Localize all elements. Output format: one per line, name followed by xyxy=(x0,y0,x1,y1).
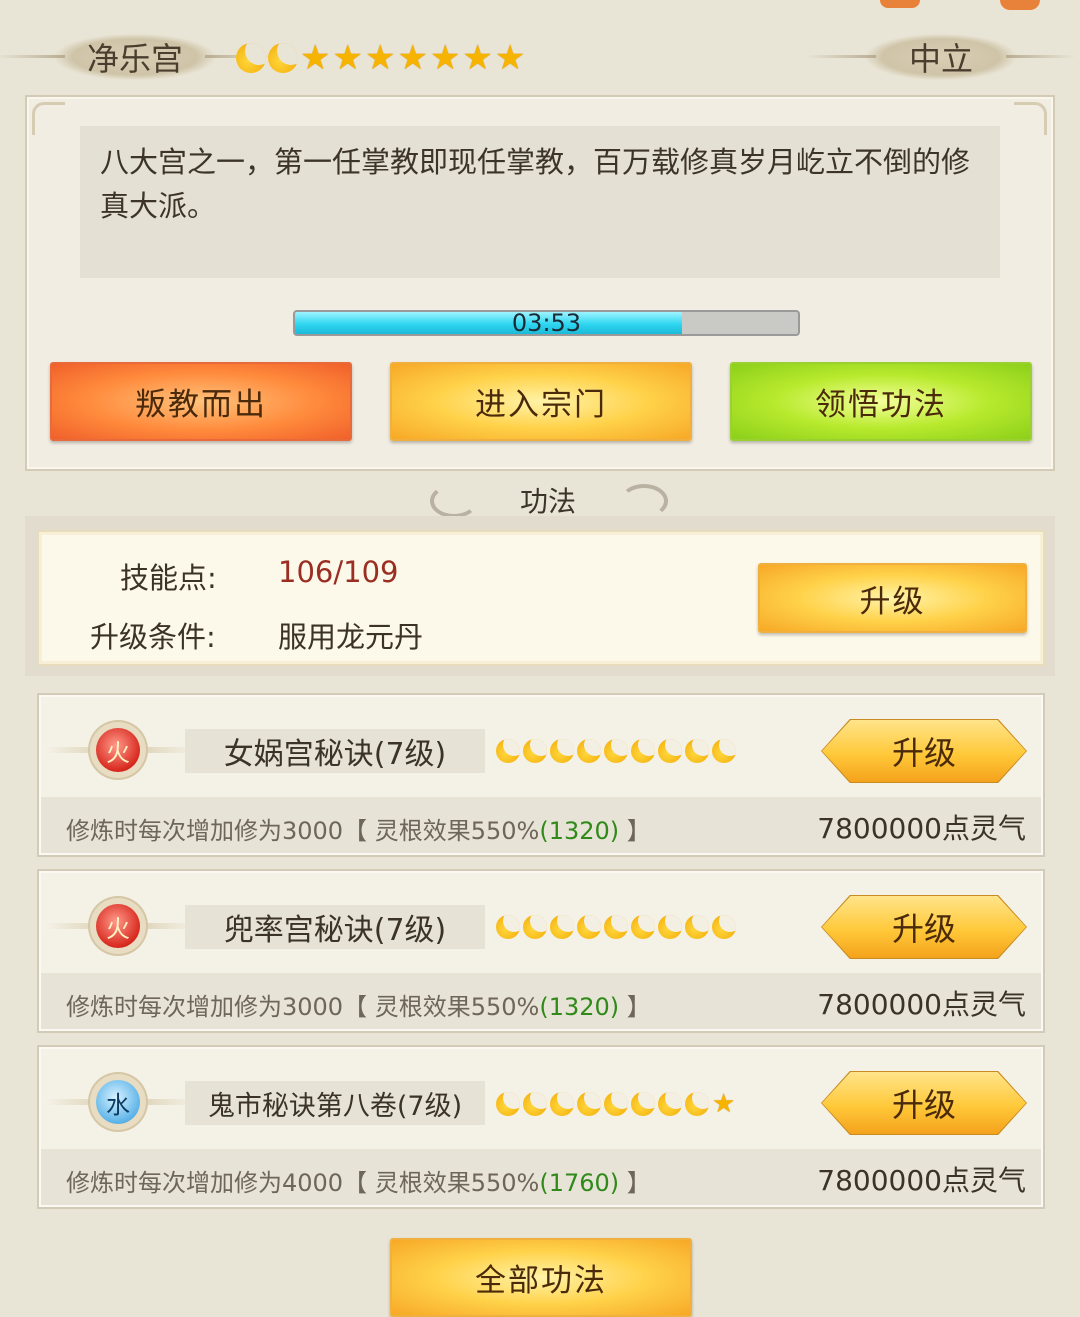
sect-rank: ★ ★ ★ ★ ★ ★ ★ xyxy=(236,38,525,78)
sect-description: 八大宫之一，第一任掌教即现任掌教，百万载修真岁月屹立不倒的修真大派。 xyxy=(80,126,1000,278)
comprehend-skill-button[interactable]: 领悟功法 xyxy=(730,362,1032,441)
defect-button[interactable]: 叛教而出 xyxy=(50,362,352,441)
moon-icon xyxy=(631,1092,655,1116)
star-icon: ★ xyxy=(494,38,526,78)
effect-text-end: 】 xyxy=(619,993,651,1021)
technique-name: 女娲宫秘诀(7级) xyxy=(185,729,485,773)
fire-element-icon: 火 xyxy=(96,904,140,948)
timer-text: 03:53 xyxy=(511,310,582,336)
moon-icon xyxy=(685,739,709,763)
star-icon: ★ xyxy=(364,38,396,78)
moon-icon xyxy=(658,1092,682,1116)
effect-text: 修炼时每次增加修为3000【 灵根效果550% xyxy=(66,817,540,845)
enter-sect-button[interactable]: 进入宗门 xyxy=(390,362,692,441)
moon-icon xyxy=(658,739,682,763)
moon-icon xyxy=(685,1092,709,1116)
technique-upgrade-button[interactable]: 升级 xyxy=(822,720,1026,782)
star-icon: ★ xyxy=(712,1089,736,1119)
skills-section-title: 功法 xyxy=(520,485,577,518)
moon-icon xyxy=(550,915,574,939)
moon-icon xyxy=(631,739,655,763)
upgrade-condition-value: 服用龙元丹 xyxy=(278,620,424,654)
effect-bonus-value: (1760) xyxy=(539,1169,620,1197)
effect-text-end: 】 xyxy=(619,817,651,845)
moon-icon xyxy=(550,1092,574,1116)
technique-cost: 7800000点灵气 xyxy=(817,1164,1026,1197)
moon-icon xyxy=(523,1092,547,1116)
moon-icon xyxy=(550,739,574,763)
moon-icon xyxy=(523,915,547,939)
moon-icon xyxy=(685,915,709,939)
star-icon: ★ xyxy=(462,38,493,78)
moon-icon xyxy=(496,915,520,939)
moon-icon xyxy=(604,915,628,939)
technique-effect: 修炼时每次增加修为3000【 灵根效果550%(1320) 】 xyxy=(66,811,651,846)
flame-decoration xyxy=(880,0,920,8)
technique-rank: ★ xyxy=(496,1091,735,1117)
technique-rank xyxy=(496,915,736,939)
alignment-plate: 中立 xyxy=(806,34,1016,80)
technique-upgrade-button[interactable]: 升级 xyxy=(822,1072,1026,1134)
moon-icon xyxy=(523,739,547,763)
corner-ornament xyxy=(1014,102,1047,135)
technique-name: 兜率宫秘诀(7级) xyxy=(185,905,485,949)
swirl-ornament xyxy=(430,484,478,518)
skill-upgrade-button[interactable]: 升级 xyxy=(758,563,1027,633)
star-icon: ★ xyxy=(332,38,363,78)
alignment-label: 中立 xyxy=(908,40,973,78)
technique-rank xyxy=(496,739,736,763)
moon-icon xyxy=(712,739,736,763)
effect-bonus-value: (1320) xyxy=(539,817,620,845)
upgrade-condition-label: 升级条件: xyxy=(90,620,216,654)
moon-icon xyxy=(577,915,601,939)
sect-name: 净乐宫 xyxy=(86,40,183,78)
swirl-ornament xyxy=(620,484,668,518)
technique-effect: 修炼时每次增加修为3000【 灵根效果550%(1320) 】 xyxy=(66,987,651,1022)
water-element-icon: 水 xyxy=(96,1080,140,1124)
moon-icon xyxy=(268,43,298,73)
fire-element-icon: 火 xyxy=(96,728,140,772)
moon-icon xyxy=(496,1092,520,1116)
effect-bonus-value: (1320) xyxy=(539,993,620,1021)
skill-points-value: 106/109 xyxy=(278,555,399,589)
moon-icon xyxy=(577,739,601,763)
moon-icon xyxy=(236,43,266,73)
skill-points-label: 技能点: xyxy=(120,561,217,595)
moon-icon xyxy=(496,739,520,763)
technique-effect: 修炼时每次增加修为4000【 灵根效果550%(1760) 】 xyxy=(66,1163,651,1198)
moon-icon xyxy=(577,1092,601,1116)
effect-text-end: 】 xyxy=(619,1169,651,1197)
technique-cost: 7800000点灵气 xyxy=(817,988,1026,1021)
star-icon: ★ xyxy=(300,38,331,78)
technique-cost: 7800000点灵气 xyxy=(817,812,1026,845)
moon-icon xyxy=(604,739,628,763)
all-skills-button[interactable]: 全部功法 xyxy=(390,1238,692,1317)
moon-icon xyxy=(658,915,682,939)
star-icon: ★ xyxy=(397,38,428,78)
effect-text: 修炼时每次增加修为3000【 灵根效果550% xyxy=(66,993,540,1021)
technique-name: 鬼市秘诀第八卷(7级) xyxy=(185,1081,485,1125)
moon-icon xyxy=(712,915,736,939)
flame-decoration xyxy=(1000,0,1040,10)
moon-icon xyxy=(631,915,655,939)
moon-icon xyxy=(604,1092,628,1116)
sect-name-plate: 净乐宫 xyxy=(0,34,215,80)
star-icon: ★ xyxy=(429,38,461,78)
corner-ornament xyxy=(32,102,65,135)
effect-text: 修炼时每次增加修为4000【 灵根效果550% xyxy=(66,1169,540,1197)
timer-progress-bar: 03:53 xyxy=(293,310,800,336)
technique-upgrade-button[interactable]: 升级 xyxy=(822,896,1026,958)
